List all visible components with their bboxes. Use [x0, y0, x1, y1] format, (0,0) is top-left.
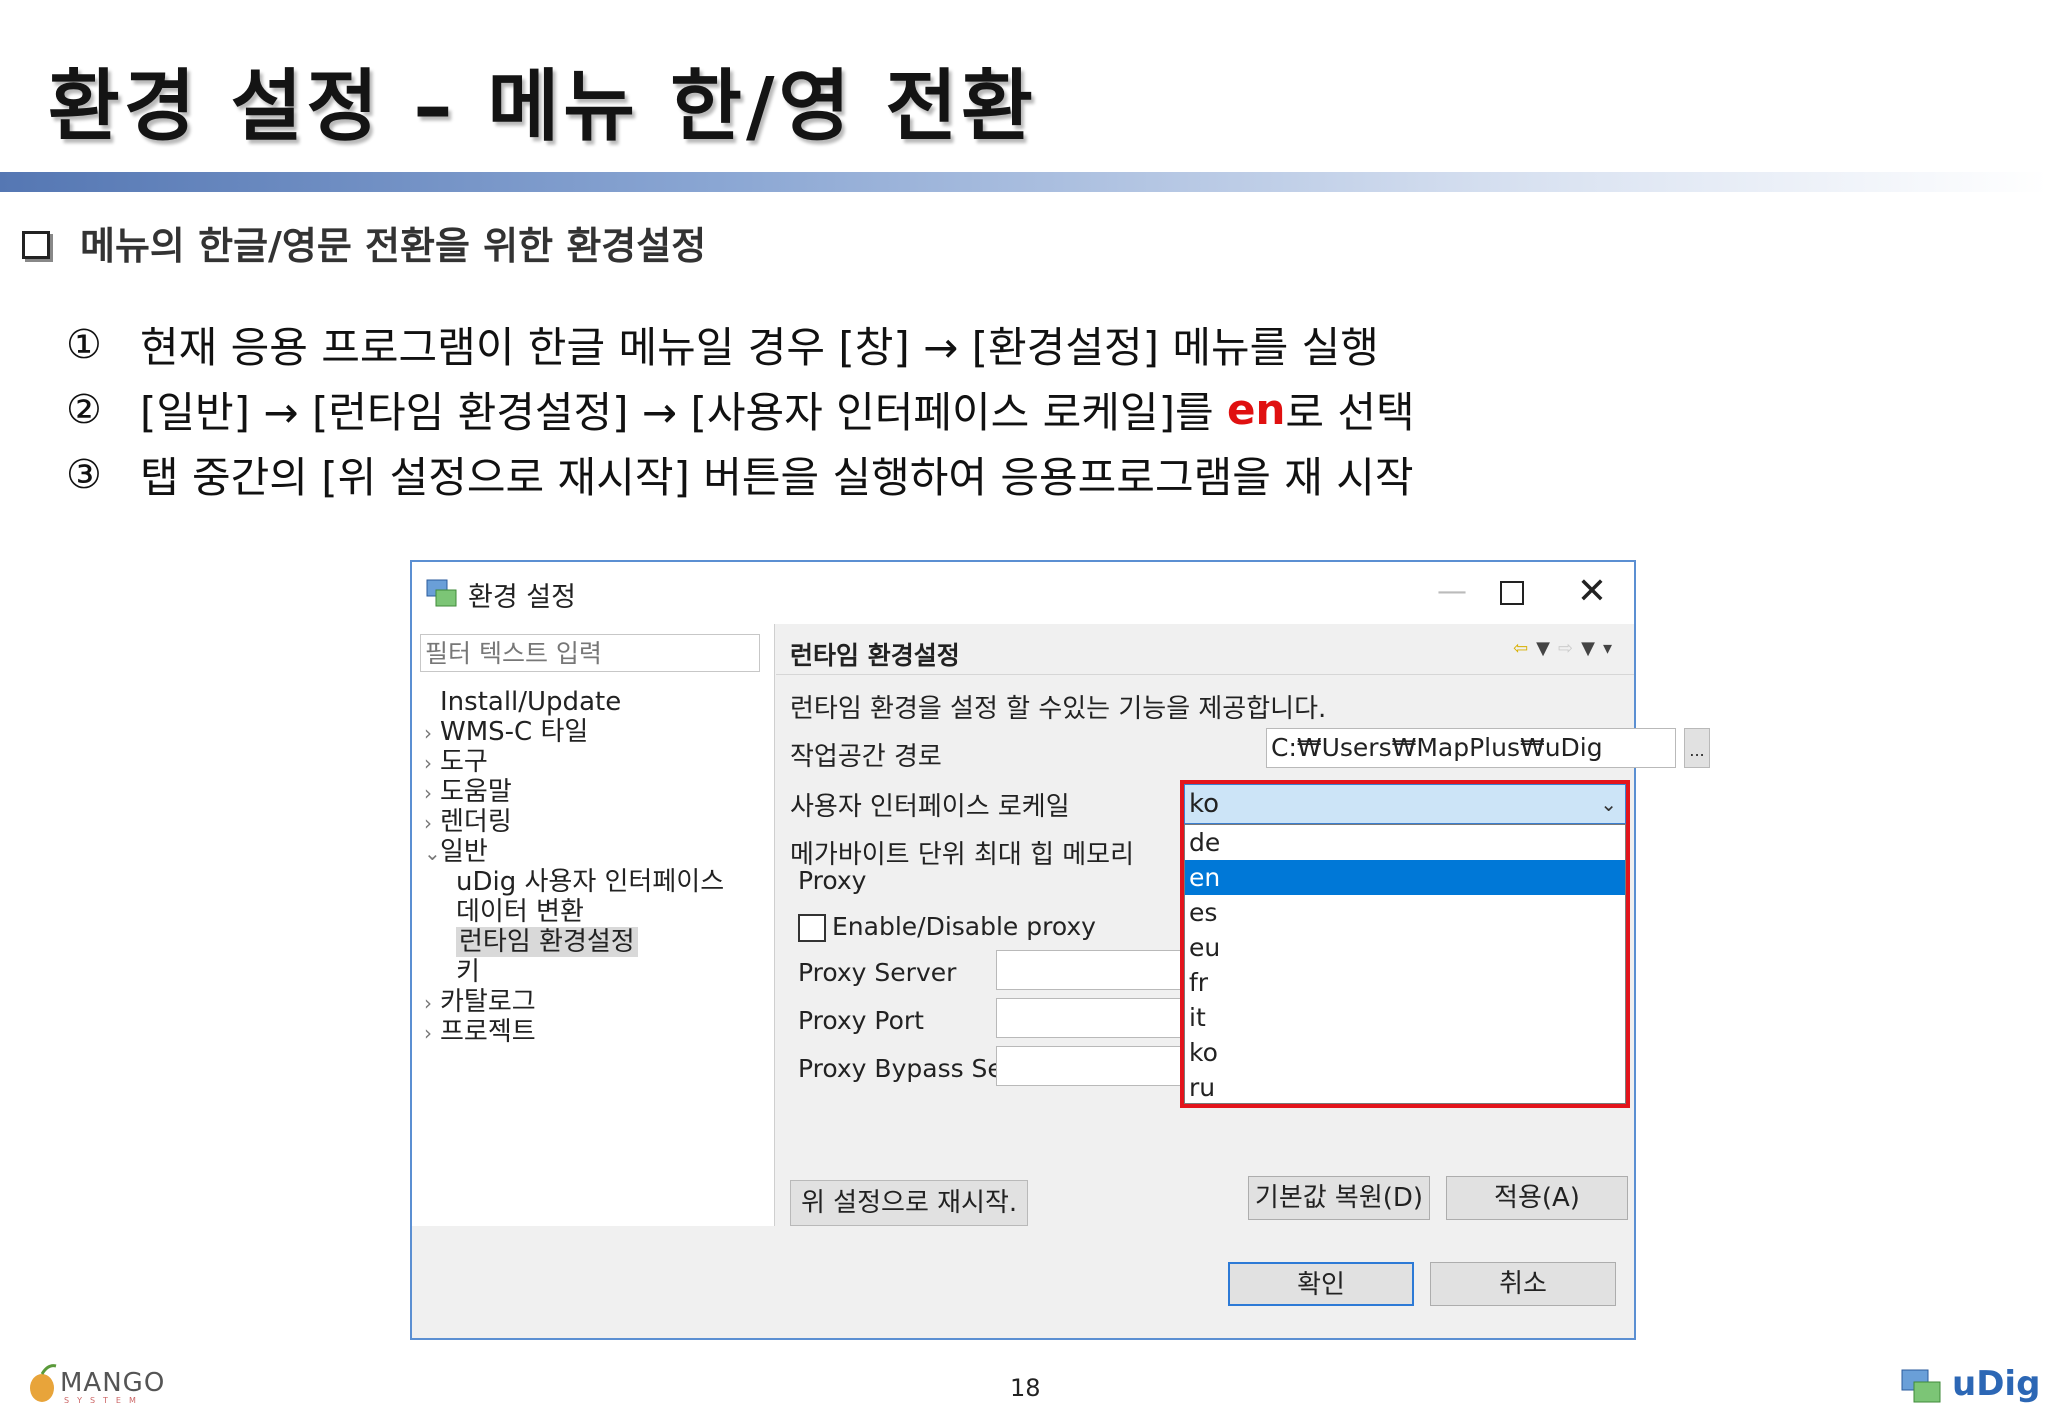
- forward-arrow-icon[interactable]: ⇨: [1558, 638, 1581, 659]
- preferences-tree-pane: 필터 텍스트 입력 Install/Update › WMS-C 타일 › 도구 ›…: [412, 624, 775, 1226]
- section-heading-text: 메뉴의 한글/영문 전환을 위한 환경설정: [80, 224, 707, 268]
- minimize-button[interactable]: —: [1422, 570, 1482, 614]
- mango-logo-subtext: SYSTEM: [64, 1396, 144, 1405]
- step-text: 현재 응용 프로그램이 한글 메뉴일 경우 [창] → [환경설정] 메뉴를 실…: [140, 323, 1379, 372]
- udig-logo-text: uDig: [1952, 1364, 2041, 1404]
- cancel-button[interactable]: 취소: [1430, 1262, 1616, 1306]
- back-arrow-icon[interactable]: ⇦: [1513, 638, 1536, 659]
- workspace-path-field[interactable]: C:₩Users₩MapPlus₩uDig: [1266, 728, 1676, 768]
- proxy-group-title: Proxy: [798, 866, 867, 895]
- mango-logo-text: MANGO: [60, 1368, 166, 1398]
- udig-logo-icon: [1901, 1369, 1941, 1403]
- maximize-icon: [1500, 580, 1524, 605]
- dialog-title: 환경 설정: [468, 582, 576, 613]
- page-number: 18: [1010, 1374, 1041, 1402]
- step-1: ① 현재 응용 프로그램이 한글 메뉴일 경우 [창] → [환경설정] 메뉴를…: [66, 312, 1415, 377]
- restart-with-settings-button[interactable]: 위 설정으로 재시작.: [790, 1180, 1029, 1226]
- step-text: [일반] → [런타임 환경설정] → [사용자 인터페이스 로케일]를: [140, 388, 1227, 437]
- restore-defaults-button[interactable]: 기본값 복원(D): [1248, 1176, 1430, 1220]
- step-text: 탭 중간의 [위 설정으로 재시작] 버튼을 실행하여 응용프로그램을 재 시작: [140, 453, 1414, 502]
- step-number: ③: [66, 451, 102, 498]
- locale-label: 사용자 인터페이스 로케일: [790, 792, 1070, 822]
- history-nav: ⇦▼⇨▼▾: [1513, 638, 1620, 659]
- checkbox-icon[interactable]: [798, 914, 826, 942]
- expand-icon[interactable]: ›: [424, 1015, 440, 1051]
- tree-item-project[interactable]: › 프로젝트: [424, 1014, 536, 1050]
- browse-button[interactable]: ...: [1684, 728, 1710, 768]
- workspace-label: 작업공간 경로: [790, 742, 942, 772]
- step-text-tail: 로 선택: [1285, 388, 1415, 437]
- apply-button[interactable]: 적용(A): [1446, 1176, 1628, 1220]
- proxy-enable-checkbox[interactable]: Enable/Disable proxy: [798, 912, 1096, 942]
- dialog-titlebar[interactable]: 환경 설정 — ✕: [412, 562, 1634, 624]
- preferences-dialog: 환경 설정 — ✕ 필터 텍스트 입력 Install/Update › WMS-…: [410, 560, 1710, 1340]
- section-heading: 메뉴의 한글/영문 전환을 위한 환경설정: [22, 215, 706, 270]
- filter-input[interactable]: 필터 텍스트 입력: [420, 634, 760, 672]
- view-menu-icon[interactable]: ▾: [1603, 638, 1620, 659]
- step-2: ② [일반] → [런타임 환경설정] → [사용자 인터페이스 로케일]를 e…: [66, 377, 1415, 442]
- step-number: ①: [66, 321, 102, 368]
- forward-menu-icon[interactable]: ▼: [1581, 638, 1603, 659]
- udig-app-icon: [426, 579, 457, 607]
- page-header: 런타임 환경설정 ⇦▼⇨▼▾: [776, 624, 1634, 675]
- proxy-server-label: Proxy Server: [798, 958, 957, 987]
- proxy-port-label: Proxy Port: [798, 1006, 924, 1035]
- page-title: 런타임 환경설정: [790, 641, 960, 670]
- steps-list: ① 현재 응용 프로그램이 한글 메뉴일 경우 [창] → [환경설정] 메뉴를…: [66, 312, 1415, 507]
- collapse-icon[interactable]: ⌄: [424, 835, 441, 871]
- slide-title: 환경 설정 – 메뉴 한/영 전환: [48, 62, 1037, 152]
- step-highlight: en: [1226, 385, 1286, 434]
- step-3: ③ 탭 중간의 [위 설정으로 재시작] 버튼을 실행하여 응용프로그램을 재 …: [66, 442, 1415, 507]
- step-number: ②: [66, 386, 102, 433]
- maximize-button[interactable]: [1482, 570, 1542, 614]
- close-button[interactable]: ✕: [1562, 570, 1622, 614]
- title-divider: [0, 172, 2048, 192]
- page-description: 런타임 환경을 설정 할 수있는 기능을 제공합니다.: [790, 694, 1327, 724]
- back-menu-icon[interactable]: ▼: [1536, 638, 1558, 659]
- ok-button[interactable]: 확인: [1228, 1262, 1414, 1306]
- checkbox-bullet-icon: [22, 230, 50, 259]
- highlight-frame: [1180, 780, 1630, 1108]
